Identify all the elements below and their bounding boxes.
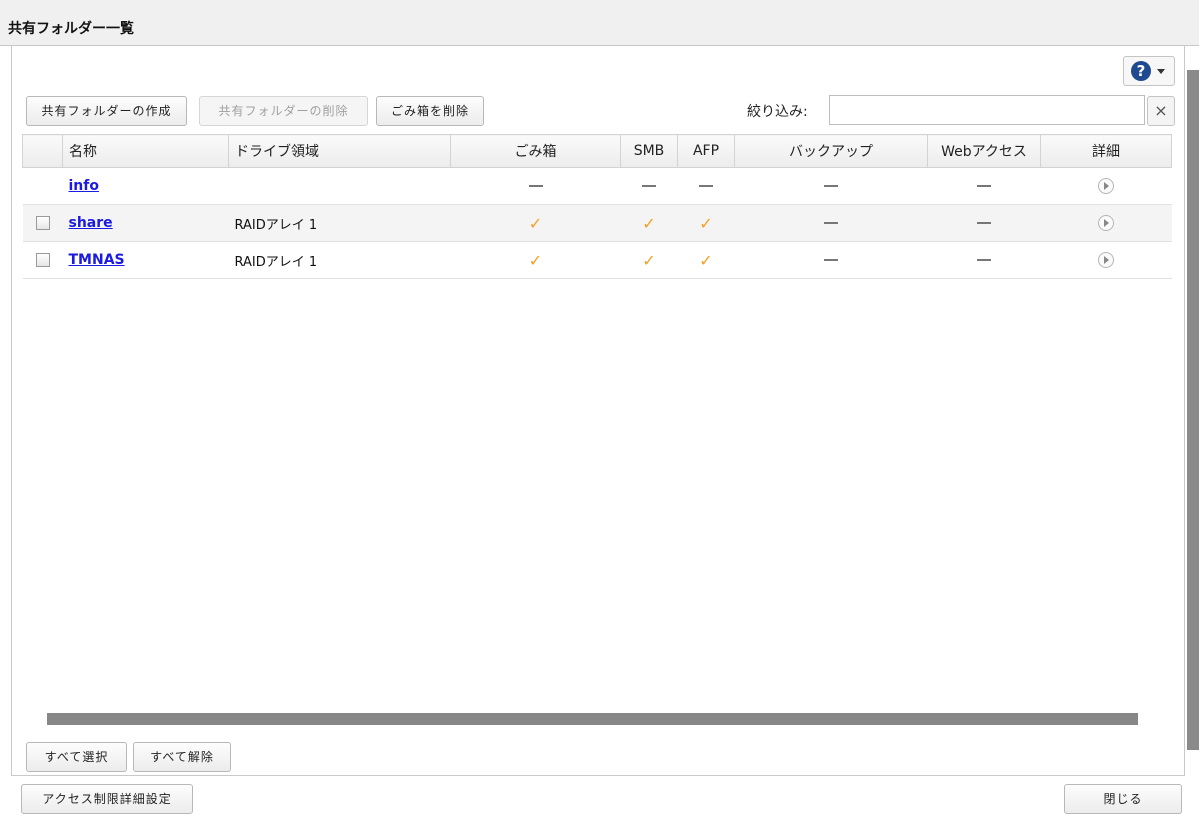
detail-arrow-icon[interactable] — [1098, 215, 1114, 231]
window-titlebar: 共有フォルダー一覧 — [0, 0, 1199, 46]
header-afp[interactable]: AFP — [677, 134, 735, 168]
access-settings-button[interactable]: アクセス制限詳細設定 — [21, 784, 193, 814]
create-folder-button[interactable]: 共有フォルダーの作成 — [26, 96, 187, 126]
check-icon: ✓ — [642, 213, 656, 233]
header-smb[interactable]: SMB — [620, 134, 678, 168]
check-icon: ✓ — [528, 213, 543, 233]
chevron-down-icon — [1157, 69, 1165, 74]
filter-label: 絞り込み: — [747, 104, 808, 120]
help-menu-button[interactable]: ? — [1123, 56, 1175, 86]
dash-icon — [977, 259, 991, 261]
drive-cell — [228, 167, 451, 205]
dash-icon — [699, 185, 713, 187]
header-select — [22, 134, 63, 168]
clear-filter-button[interactable]: × — [1147, 96, 1175, 126]
drive-cell: RAIDアレイ 1 — [228, 204, 451, 242]
dash-icon — [824, 222, 838, 224]
dash-icon — [528, 185, 543, 187]
header-drive[interactable]: ドライブ領域 — [228, 134, 451, 168]
table-row: TMNAS RAIDアレイ 1 ✓ ✓ ✓ — [22, 241, 1172, 279]
table-header-row: 名称 ドライブ領域 ごみ箱 SMB AFP バックアップ Webアクセス 詳細 — [22, 134, 1172, 168]
shared-folder-table: 名称 ドライブ領域 ごみ箱 SMB AFP バックアップ Webアクセス 詳細 … — [22, 134, 1172, 279]
check-icon: ✓ — [528, 250, 543, 270]
dash-icon — [977, 222, 991, 224]
filter-input[interactable] — [829, 95, 1145, 125]
delete-folder-button[interactable]: 共有フォルダーの削除 — [199, 96, 368, 126]
header-web-access[interactable]: Webアクセス — [927, 134, 1041, 168]
detail-arrow-icon[interactable] — [1098, 178, 1114, 194]
row-select-cell — [22, 167, 63, 205]
window-title: 共有フォルダー一覧 — [8, 21, 134, 37]
folder-name-cell: share — [62, 204, 229, 242]
folder-name-cell: TMNAS — [62, 241, 229, 279]
folder-name-cell: info — [62, 167, 229, 205]
header-detail[interactable]: 詳細 — [1040, 134, 1172, 168]
table-row: info — [22, 167, 1172, 205]
detail-arrow-icon[interactable] — [1098, 252, 1114, 268]
folder-link-share[interactable]: share — [69, 215, 113, 231]
header-backup[interactable]: バックアップ — [734, 134, 928, 168]
folder-link-info[interactable]: info — [69, 178, 99, 194]
horizontal-scrollbar[interactable] — [47, 713, 1138, 725]
folder-link-tmnas[interactable]: TMNAS — [69, 252, 125, 268]
close-button[interactable]: 閉じる — [1064, 784, 1182, 814]
check-icon: ✓ — [642, 250, 656, 270]
drive-cell: RAIDアレイ 1 — [228, 241, 451, 279]
dash-icon — [824, 185, 838, 187]
dash-icon — [977, 185, 991, 187]
dash-icon — [642, 185, 656, 187]
empty-trash-button[interactable]: ごみ箱を削除 — [376, 96, 484, 126]
header-name[interactable]: 名称 — [62, 134, 229, 168]
select-all-button[interactable]: すべて選択 — [26, 742, 127, 772]
table-row: share RAIDアレイ 1 ✓ ✓ ✓ — [22, 204, 1172, 242]
check-icon: ✓ — [699, 250, 713, 270]
header-trash[interactable]: ごみ箱 — [450, 134, 621, 168]
vertical-scrollbar[interactable] — [1187, 70, 1199, 750]
row-checkbox[interactable] — [35, 216, 50, 230]
dash-icon — [824, 259, 838, 261]
deselect-all-button[interactable]: すべて解除 — [133, 742, 231, 772]
help-icon: ? — [1131, 61, 1151, 81]
check-icon: ✓ — [699, 213, 713, 233]
row-checkbox[interactable] — [35, 253, 50, 267]
close-icon: × — [1154, 101, 1168, 120]
